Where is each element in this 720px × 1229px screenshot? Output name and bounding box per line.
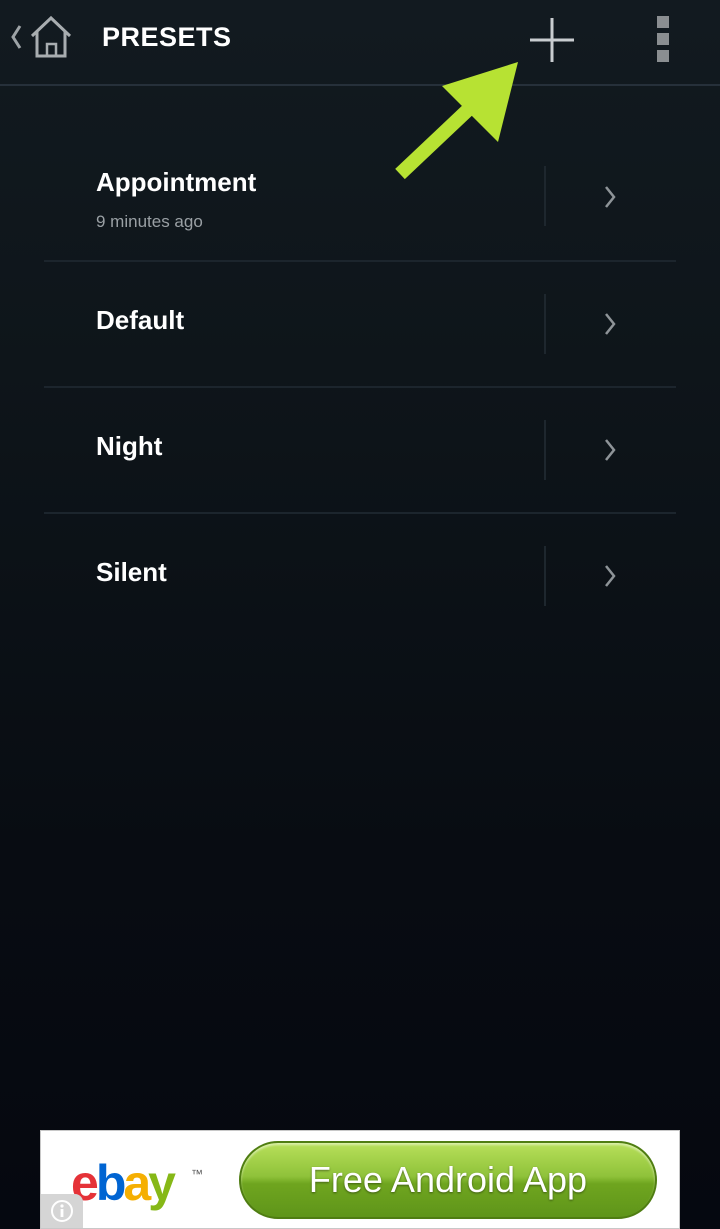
cta-label: Free Android App <box>308 1159 588 1200</box>
chevron-right-icon[interactable] <box>600 310 620 338</box>
chevron-right-icon[interactable] <box>600 562 620 590</box>
row-divider <box>544 166 546 226</box>
ad-banner[interactable]: ebay ™ Free Android App <box>40 1130 680 1229</box>
page-title: PRESETS <box>102 22 232 52</box>
overflow-menu-button[interactable] <box>640 4 688 74</box>
preset-name: Default <box>96 305 185 335</box>
preset-name: Silent <box>96 557 167 587</box>
plus-icon <box>530 18 574 62</box>
chevron-right-icon[interactable] <box>600 436 620 464</box>
preset-row-default[interactable]: Default <box>44 262 676 388</box>
action-bar: PRESETS <box>0 0 720 86</box>
preset-list: Appointment 9 minutes ago Default Night … <box>44 136 676 640</box>
row-divider <box>544 294 546 354</box>
chevron-left-icon[interactable] <box>8 22 24 52</box>
preset-row-appointment[interactable]: Appointment 9 minutes ago <box>44 136 676 262</box>
row-divider <box>544 420 546 480</box>
ebay-logo: ebay <box>71 1155 176 1211</box>
chevron-right-icon[interactable] <box>600 183 620 211</box>
preset-row-night[interactable]: Night <box>44 388 676 514</box>
info-icon[interactable] <box>41 1194 83 1228</box>
home-icon[interactable] <box>28 14 74 60</box>
preset-name: Night <box>96 431 163 461</box>
preset-name: Appointment <box>96 167 257 197</box>
row-divider <box>544 546 546 606</box>
preset-row-silent[interactable]: Silent <box>44 514 676 640</box>
trademark-mark: ™ <box>191 1167 203 1181</box>
free-android-app-button[interactable]: Free Android App <box>239 1141 657 1219</box>
more-vert-icon <box>657 16 669 28</box>
preset-subtitle: 9 minutes ago <box>96 212 203 231</box>
